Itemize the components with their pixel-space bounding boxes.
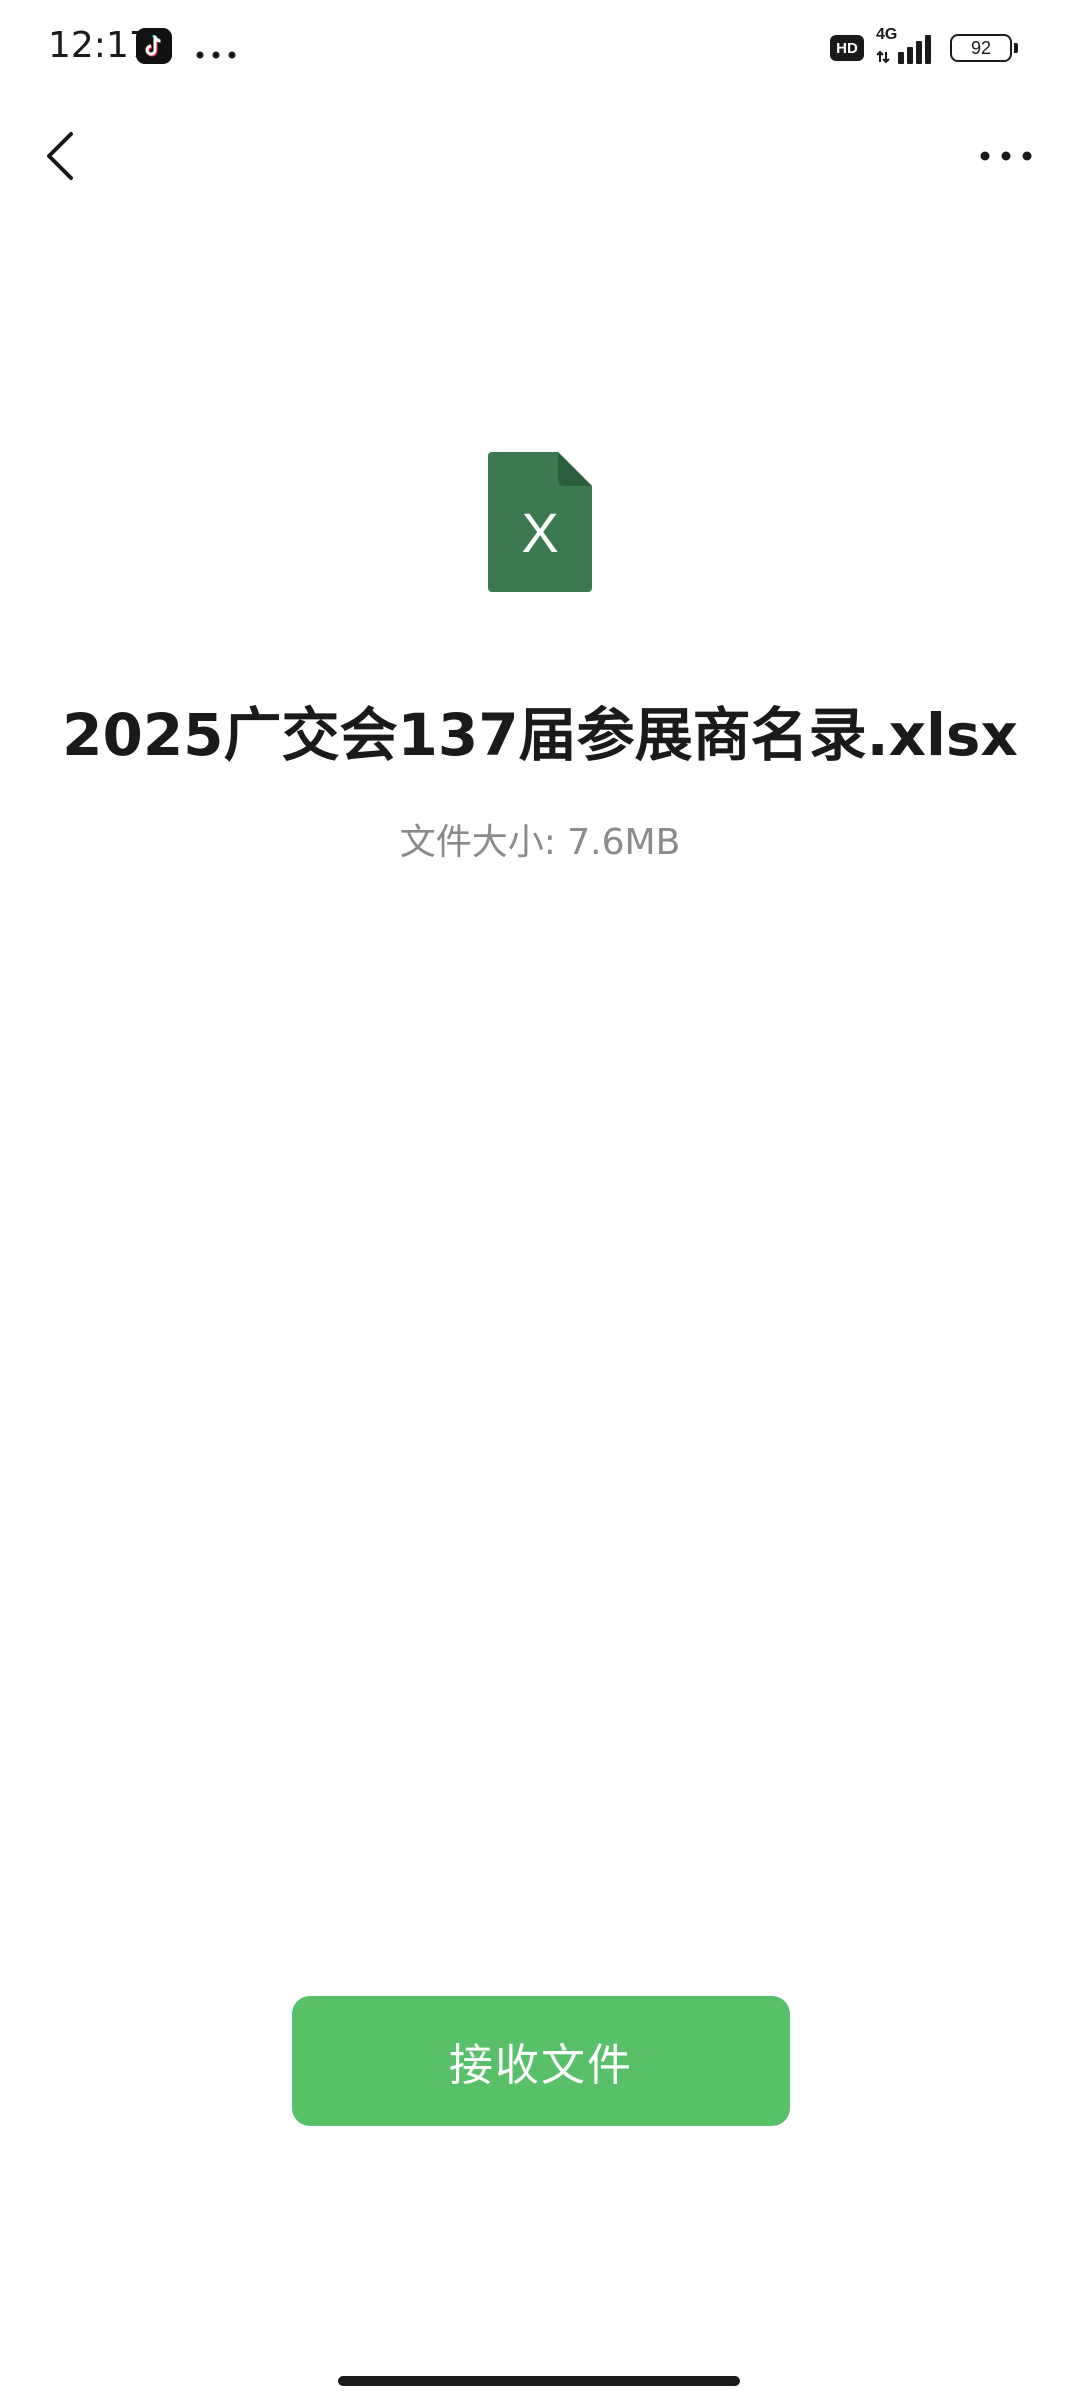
more-options-button[interactable] (968, 124, 1044, 188)
more-horizontal-icon (980, 151, 1032, 161)
hd-badge: HD (830, 35, 864, 61)
battery-icon: 92 (950, 34, 1018, 62)
file-size: 文件大小: 7.6MB (399, 822, 681, 863)
chevron-left-icon (47, 132, 73, 180)
status-overflow-icon (196, 44, 236, 59)
excel-file-icon: X (488, 452, 592, 592)
file-icon-letter: X (521, 501, 558, 564)
battery-level: 92 (970, 37, 992, 58)
tiktok-icon (136, 28, 172, 64)
status-indicators: HD 4G 92 (830, 26, 1018, 68)
signal-icon: 4G (876, 26, 938, 66)
home-indicator[interactable] (338, 2376, 740, 2386)
status-bar: 12:17 HD 4G 92 (0, 0, 1080, 92)
back-button[interactable] (28, 120, 92, 192)
receive-file-button[interactable]: 接收文件 (292, 1996, 790, 2126)
file-name: 2025广交会137届参展商名录.xlsx (62, 701, 1018, 769)
